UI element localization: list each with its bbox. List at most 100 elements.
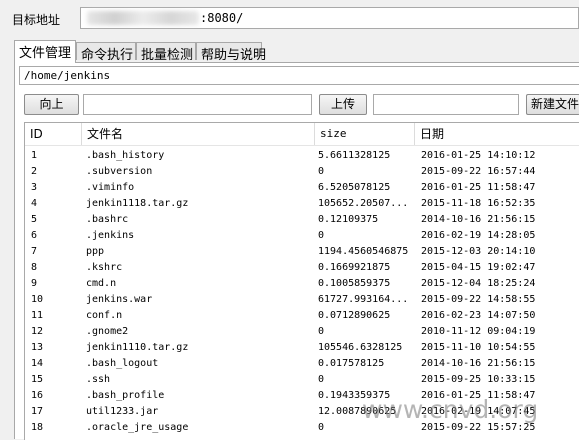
table-row[interactable]: 7 ppp 1194.4560546875 2015-12-03 20:14:10 <box>25 244 579 260</box>
tab-batch-check[interactable]: 批量检测 <box>136 42 196 63</box>
row-id: 17 <box>31 406 44 417</box>
file-date: 2015-09-22 14:58:55 <box>421 294 536 305</box>
file-name: .kshrc <box>86 262 123 273</box>
row-id: 14 <box>31 358 44 369</box>
file-size: 0.0712890625 <box>318 310 391 321</box>
file-size: 1194.4560546875 <box>318 246 409 257</box>
table-row[interactable]: 10 jenkins.war 61727.993164... 2015-09-22 1… <box>25 292 579 308</box>
file-date: 2015-12-03 20:14:10 <box>421 246 536 257</box>
address-port: :8080/ <box>200 11 244 25</box>
table-row[interactable]: 14 .bash_logout 0.017578125 2014-10-16 21:5… <box>25 356 579 372</box>
table-row[interactable]: 12 .gnome2 0 2010-11-12 09:04:19 <box>25 324 579 340</box>
file-date: 2015-04-15 19:02:47 <box>421 262 536 273</box>
file-name: .jenkins <box>86 230 135 241</box>
file-name: .oracle_jre_usage <box>86 422 189 433</box>
path-input[interactable]: /home/jenkins <box>19 66 579 85</box>
row-id: 18 <box>31 422 44 433</box>
table-row[interactable]: 5 .bashrc 0.12109375 2014-10-16 21:56:15 <box>25 212 579 228</box>
up-button[interactable]: 向上 <box>24 94 79 115</box>
file-name: .subversion <box>86 166 153 177</box>
row-id: 1 <box>31 150 38 161</box>
row-id: 2 <box>31 166 38 177</box>
file-manager-panel: /home/jenkins 向上 上传 新建文件 ID 文件名 size 日期 … <box>14 62 579 440</box>
column-header-date[interactable]: 日期 <box>415 123 579 145</box>
file-date: 2015-09-25 10:33:15 <box>421 374 536 385</box>
file-name: .bash_profile <box>86 390 165 401</box>
file-date: 2016-01-25 11:58:47 <box>421 182 536 193</box>
file-size: 5.6611328125 <box>318 150 391 161</box>
file-name: jenkin1110.tar.gz <box>86 342 189 353</box>
address-label: 目标地址 <box>12 13 61 27</box>
file-name: jenkin1118.tar.gz <box>86 198 189 209</box>
row-id: 5 <box>31 214 38 225</box>
file-size: 0.1005859375 <box>318 278 391 289</box>
file-name: .bash_history <box>86 150 165 161</box>
address-bar: 目标地址 :8080/ <box>0 0 579 34</box>
row-id: 15 <box>31 374 44 385</box>
row-id: 16 <box>31 390 44 401</box>
table-row[interactable]: 9 cmd.n 0.1005859375 2015-12-04 18:25:24 <box>25 276 579 292</box>
upload-path-field[interactable] <box>83 94 312 115</box>
table-row[interactable]: 1 .bash_history 5.6611328125 2016-01-25 14:… <box>25 148 579 164</box>
address-input[interactable]: :8080/ <box>80 7 579 29</box>
file-size: 6.5205078125 <box>318 182 391 193</box>
file-date: 2015-09-22 16:57:44 <box>421 166 536 177</box>
table-row[interactable]: 3 .viminfo 6.5205078125 2016-01-25 11:58:47 <box>25 180 579 196</box>
redacted-host <box>87 11 199 25</box>
row-id: 13 <box>31 342 44 353</box>
file-size: 105652.20507... <box>318 198 409 209</box>
new-file-name-field[interactable] <box>373 94 519 115</box>
table-row[interactable]: 11 conf.n 0.0712890625 2016-02-23 14:07:50 <box>25 308 579 324</box>
row-id: 12 <box>31 326 44 337</box>
file-name: .ssh <box>86 374 111 385</box>
file-name: .bashrc <box>86 214 129 225</box>
row-id: 6 <box>31 230 38 241</box>
file-size: 0.12109375 <box>318 214 379 225</box>
file-size: 0 <box>318 326 325 337</box>
file-date: 2015-11-10 10:54:55 <box>421 342 536 353</box>
file-table: ID 文件名 size 日期 1 .bash_history 5.661132812… <box>24 122 579 440</box>
file-name: jenkins.war <box>86 294 153 305</box>
file-name: cmd.n <box>86 278 117 289</box>
table-row[interactable]: 13 jenkin1110.tar.gz 105546.6328125 2015-11… <box>25 340 579 356</box>
file-date: 2014-10-16 21:56:15 <box>421 358 536 369</box>
file-name: .gnome2 <box>86 326 129 337</box>
table-row[interactable]: 8 .kshrc 0.1669921875 2015-04-15 19:02:47 <box>25 260 579 276</box>
file-size: 0 <box>318 166 325 177</box>
tab-file-manager[interactable]: 文件管理 <box>14 40 76 63</box>
row-id: 7 <box>31 246 38 257</box>
table-row[interactable]: 6 .jenkins 0 2016-02-19 14:28:05 <box>25 228 579 244</box>
file-name: .viminfo <box>86 182 135 193</box>
row-id: 3 <box>31 182 38 193</box>
new-file-button[interactable]: 新建文件 <box>526 94 579 115</box>
row-id: 11 <box>31 310 44 321</box>
file-size: 0 <box>318 374 325 385</box>
column-header-size[interactable]: size <box>315 123 415 145</box>
file-size: 0.017578125 <box>318 358 385 369</box>
file-size: 0 <box>318 230 325 241</box>
file-name: conf.n <box>86 310 123 321</box>
column-header-name[interactable]: 文件名 <box>82 123 315 145</box>
table-row[interactable]: 15 .ssh 0 2015-09-25 10:33:15 <box>25 372 579 388</box>
file-date: 2014-10-16 21:56:15 <box>421 214 536 225</box>
file-date: 2015-12-04 18:25:24 <box>421 278 536 289</box>
tab-command-exec[interactable]: 命令执行 <box>76 42 136 63</box>
file-date: 2016-02-23 14:07:50 <box>421 310 536 321</box>
file-name: util1233.jar <box>86 406 159 417</box>
column-header-id[interactable]: ID <box>25 123 82 145</box>
table-row[interactable]: 4 jenkin1118.tar.gz 105652.20507... 2015-11… <box>25 196 579 212</box>
table-row[interactable]: 2 .subversion 0 2015-09-22 16:57:44 <box>25 164 579 180</box>
file-date: 2016-01-25 14:10:12 <box>421 150 536 161</box>
file-size: 0.1669921875 <box>318 262 391 273</box>
tab-help[interactable]: 帮助与说明 <box>196 42 266 63</box>
row-id: 9 <box>31 278 38 289</box>
file-date: 2015-11-18 16:52:35 <box>421 198 536 209</box>
upload-button[interactable]: 上传 <box>319 94 367 115</box>
row-id: 4 <box>31 198 38 209</box>
table-header: ID 文件名 size 日期 <box>25 123 579 146</box>
file-date: 2016-02-19 14:28:05 <box>421 230 536 241</box>
file-size: 61727.993164... <box>318 294 409 305</box>
file-name: .bash_logout <box>86 358 159 369</box>
file-size: 105546.6328125 <box>318 342 403 353</box>
row-id: 8 <box>31 262 38 273</box>
